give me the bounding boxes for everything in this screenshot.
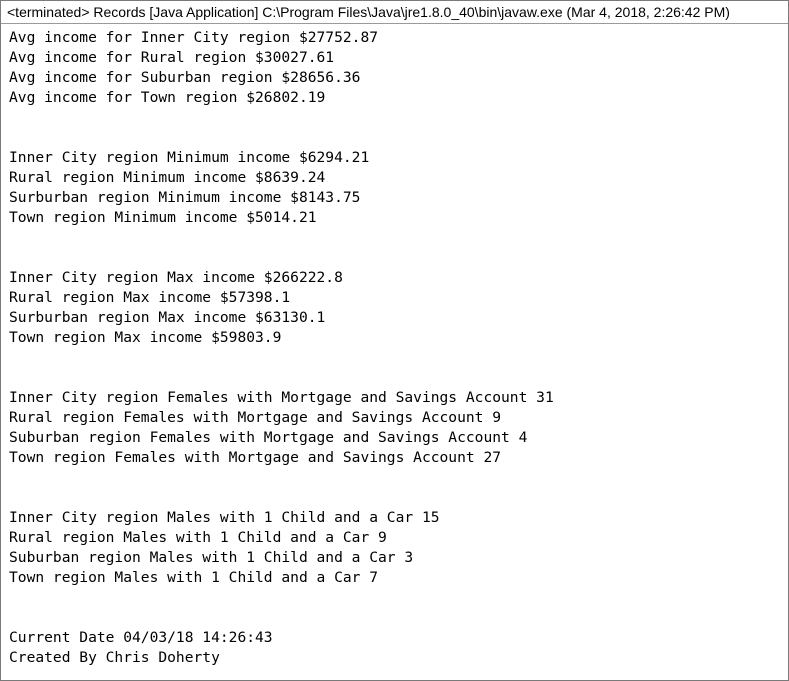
console-line: Town region Max income $59803.9 — [9, 329, 282, 346]
console-line: Created By Chris Doherty — [9, 649, 220, 666]
console-line: Avg income for Rural region $30027.61 — [9, 49, 335, 66]
console-output[interactable]: Avg income for Inner City region $27752.… — [1, 24, 788, 668]
console-line: Suburban region Males with 1 Child and a… — [9, 549, 414, 566]
console-line: Town region Minimum income $5014.21 — [9, 209, 317, 226]
console-line: Inner City region Minimum income $6294.2… — [9, 149, 370, 166]
console-line: Current Date 04/03/18 14:26:43 — [9, 629, 273, 646]
console-line: Rural region Males with 1 Child and a Ca… — [9, 529, 387, 546]
console-line: Inner City region Males with 1 Child and… — [9, 509, 440, 526]
console-line: Avg income for Inner City region $27752.… — [9, 29, 379, 46]
console-line: Surburban region Max income $63130.1 — [9, 309, 326, 326]
console-line: Inner City region Females with Mortgage … — [9, 389, 554, 406]
console-line: Town region Females with Mortgage and Sa… — [9, 449, 502, 466]
console-line: Avg income for Suburban region $28656.36 — [9, 69, 361, 86]
console-line: Rural region Females with Mortgage and S… — [9, 409, 502, 426]
console-line: Rural region Minimum income $8639.24 — [9, 169, 326, 186]
console-status-header: <terminated> Records [Java Application] … — [1, 1, 788, 24]
console-line: Inner City region Max income $266222.8 — [9, 269, 343, 286]
console-line: Avg income for Town region $26802.19 — [9, 89, 326, 106]
console-view: <terminated> Records [Java Application] … — [0, 0, 789, 681]
console-line: Rural region Max income $57398.1 — [9, 289, 291, 306]
console-line: Town region Males with 1 Child and a Car… — [9, 569, 379, 586]
console-line: Suburban region Females with Mortgage an… — [9, 429, 528, 446]
console-line: Surburban region Minimum income $8143.75 — [9, 189, 361, 206]
